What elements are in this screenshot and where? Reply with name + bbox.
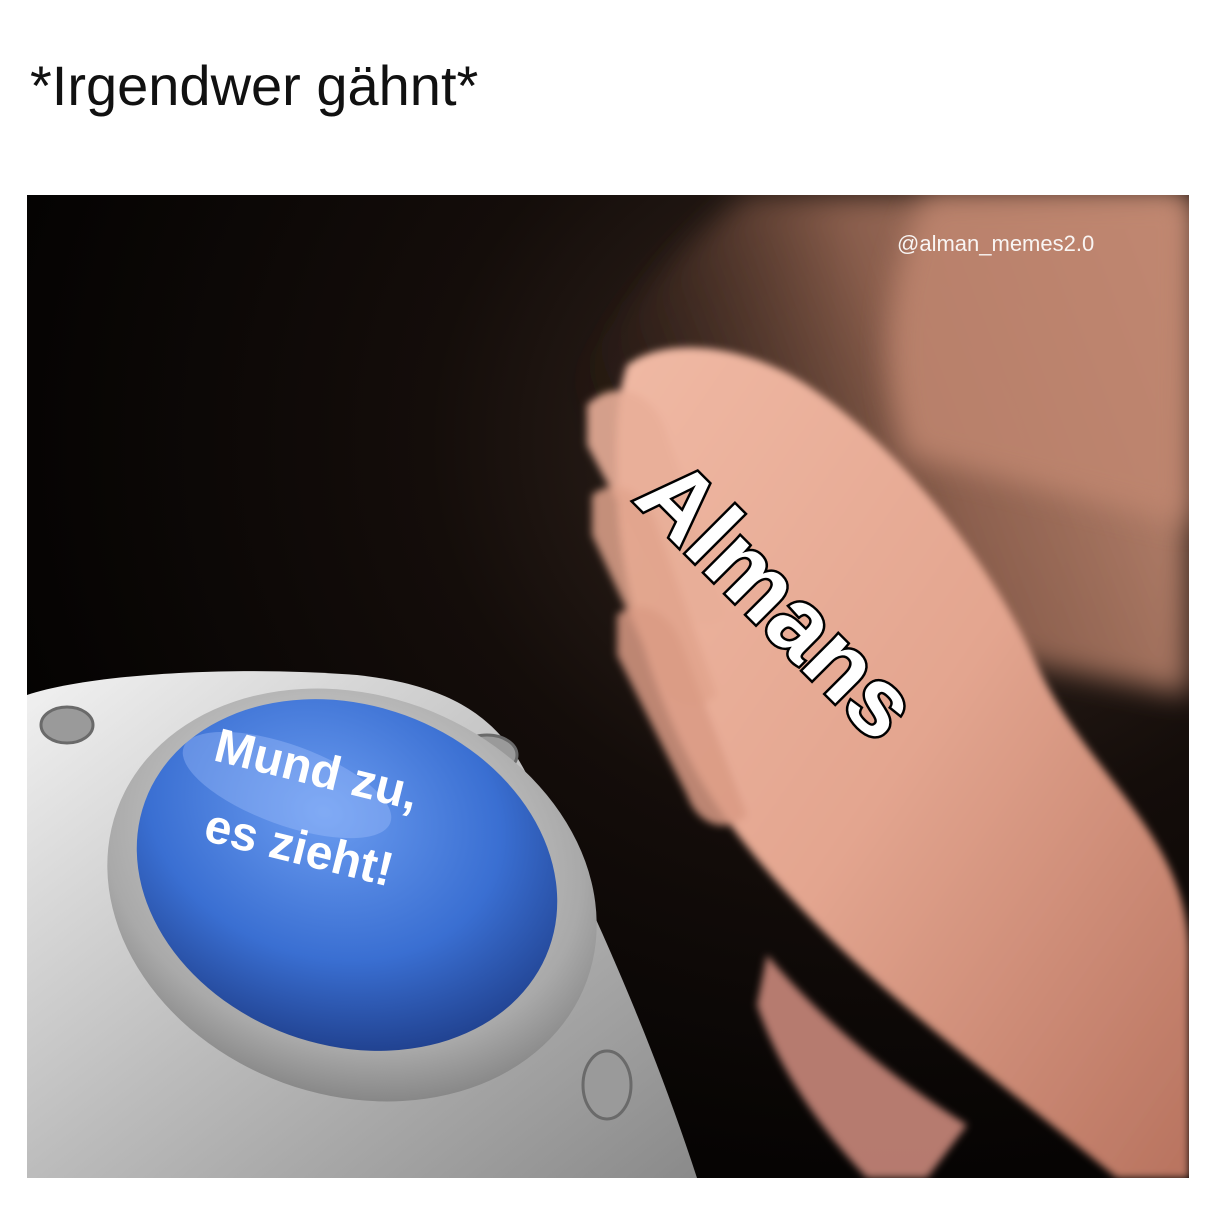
meme-illustration: Mund zu, es zieht! Almans @alman_memes2.… xyxy=(27,195,1189,1178)
screw-left xyxy=(39,705,95,745)
meme-image: Mund zu, es zieht! Almans @alman_memes2.… xyxy=(27,195,1189,1178)
watermark: @alman_memes2.0 xyxy=(897,231,1094,256)
screw-bottom xyxy=(581,1049,633,1121)
caption-text: *Irgendwer gähnt* xyxy=(30,54,479,117)
page: *Irgendwer gähnt* Mund zu, es zieht! Alm… xyxy=(0,0,1214,1214)
